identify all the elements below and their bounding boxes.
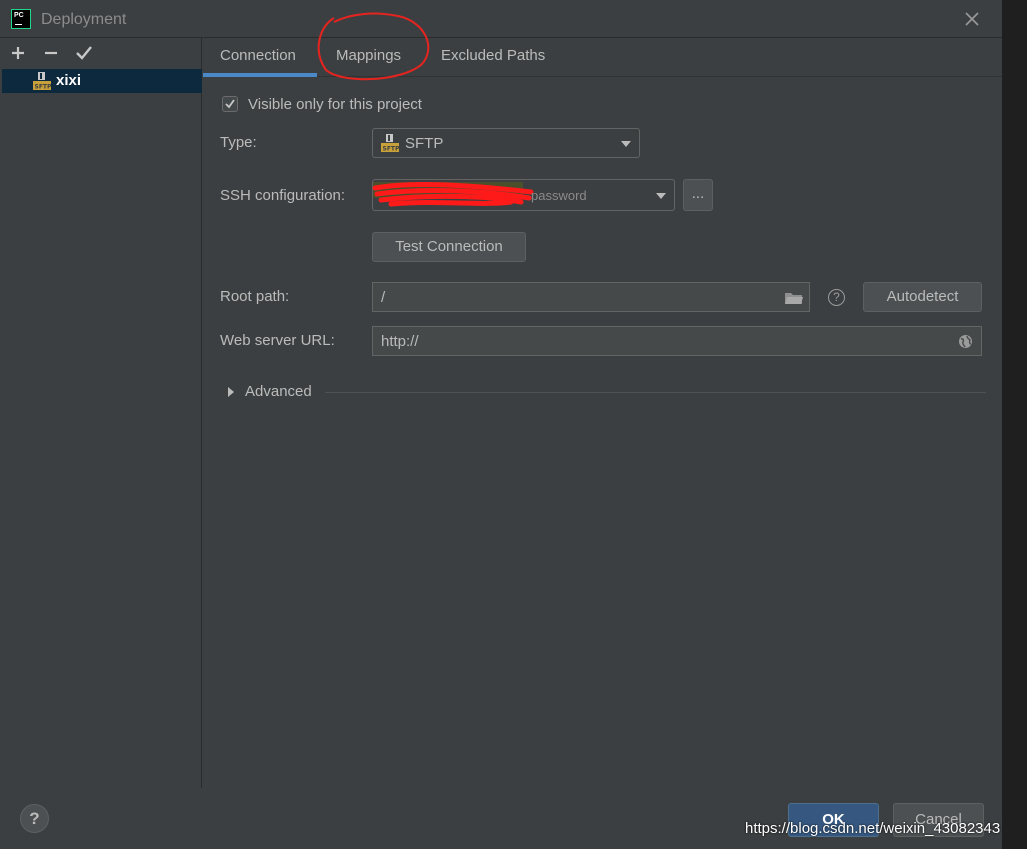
root-path-label: Root path: <box>220 288 290 305</box>
chevron-down-icon <box>621 141 631 147</box>
sftp-type-icon: SFTP <box>381 134 399 152</box>
help-button[interactable]: ? <box>20 804 49 833</box>
outer-window-edge <box>1002 0 1027 849</box>
ssh-config-select[interactable]: password <box>372 179 675 211</box>
sftp-server-icon: SFTP <box>33 72 51 90</box>
type-value: SFTP <box>405 135 444 152</box>
ssh-config-label: SSH configuration: <box>220 187 346 204</box>
type-select[interactable]: SFTP SFTP <box>372 128 640 158</box>
svg-text:SFTP: SFTP <box>383 146 400 153</box>
server-item-xixi[interactable]: SFTP xixi <box>2 69 202 93</box>
ssh-auth-type: password <box>531 188 587 203</box>
watermark-text: https://blog.csdn.net/weixin_43082343 <box>745 820 1001 837</box>
tab-excluded-paths[interactable]: Excluded Paths <box>441 47 545 64</box>
help-icon[interactable]: ? <box>828 289 845 306</box>
server-name-label: xixi <box>56 72 82 89</box>
redaction-scribble <box>372 182 534 207</box>
ssh-config-browse-button[interactable]: ... <box>683 179 713 211</box>
root-path-value: / <box>381 289 386 306</box>
chevron-down-icon <box>656 193 666 199</box>
expand-arrow-icon[interactable] <box>227 386 235 398</box>
visible-only-checkbox[interactable] <box>222 96 238 112</box>
type-label: Type: <box>220 134 257 151</box>
selected-tab-indicator <box>203 73 317 77</box>
web-server-url-label: Web server URL: <box>220 332 335 349</box>
checkmark-icon <box>225 99 235 109</box>
remove-icon[interactable] <box>42 44 60 62</box>
web-server-url-input[interactable]: http:// <box>372 326 982 356</box>
test-connection-button[interactable]: Test Connection <box>372 232 526 262</box>
pycharm-logo-icon: PC <box>11 9 31 29</box>
title-bar: PC Deployment <box>0 0 1002 38</box>
autodetect-button[interactable]: Autodetect <box>863 282 982 312</box>
web-server-url-value: http:// <box>381 333 419 350</box>
globe-icon[interactable] <box>958 334 973 349</box>
svg-text:SFTP: SFTP <box>35 84 52 91</box>
window-title: Deployment <box>41 11 127 28</box>
visible-only-label: Visible only for this project <box>248 96 422 113</box>
apply-check-icon[interactable] <box>75 44 93 62</box>
add-icon[interactable] <box>9 44 27 62</box>
close-icon[interactable] <box>962 9 982 29</box>
tab-bar: Connection Mappings Excluded Paths <box>203 38 1002 77</box>
server-list-panel: SFTP xixi <box>0 38 202 788</box>
folder-icon[interactable] <box>784 290 804 306</box>
tab-mappings[interactable]: Mappings <box>336 47 401 64</box>
tab-connection[interactable]: Connection <box>220 47 296 64</box>
advanced-divider <box>325 392 986 393</box>
root-path-input[interactable]: / <box>372 282 810 312</box>
advanced-section-toggle[interactable]: Advanced <box>245 383 312 400</box>
app-logo-text: PC <box>14 12 24 19</box>
